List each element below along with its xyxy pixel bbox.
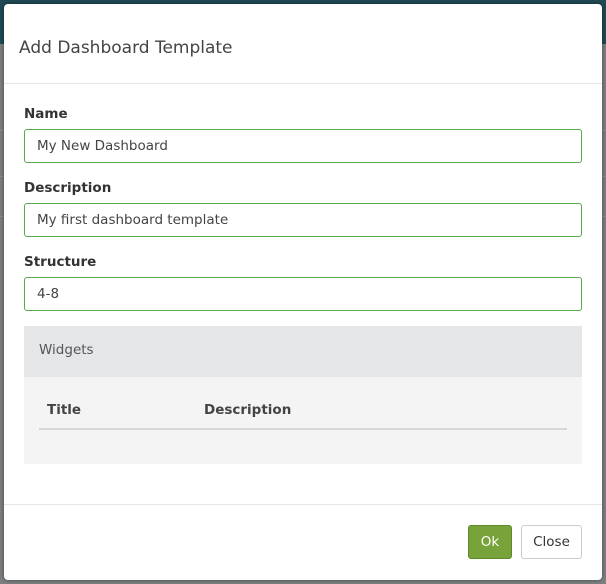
widgets-heading: Widgets: [24, 326, 582, 377]
ok-button[interactable]: Ok: [468, 525, 512, 559]
description-input[interactable]: [24, 203, 582, 237]
column-header-title: Title: [47, 402, 82, 418]
dialog-header: Add Dashboard Template: [4, 4, 602, 84]
dialog-footer: Ok Close: [4, 504, 602, 580]
name-label: Name: [24, 106, 68, 122]
description-label: Description: [24, 180, 112, 196]
structure-label: Structure: [24, 254, 97, 270]
widgets-panel: Widgets Title Description: [24, 326, 582, 464]
widgets-table: Title Description: [39, 396, 567, 430]
name-input[interactable]: [24, 129, 582, 163]
close-button[interactable]: Close: [521, 525, 582, 559]
add-dashboard-template-dialog: Add Dashboard Template Name Description …: [4, 4, 602, 580]
column-header-description: Description: [204, 402, 292, 418]
dialog-body: Name Description Structure Widgets Title…: [4, 84, 602, 505]
dialog-title: Add Dashboard Template: [19, 38, 233, 58]
structure-input[interactable]: [24, 277, 582, 311]
